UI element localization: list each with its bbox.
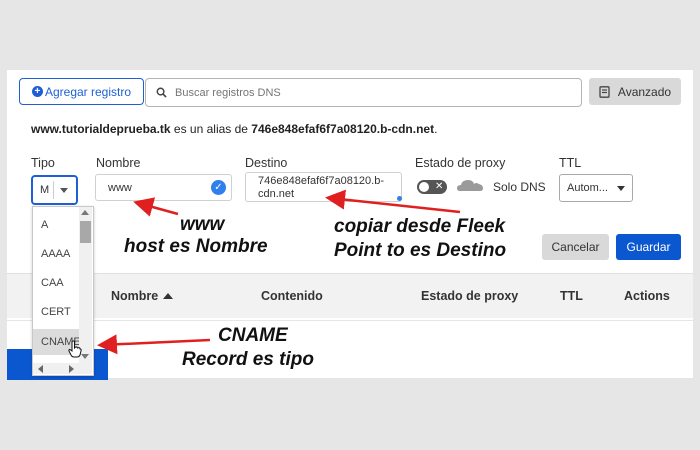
annotation-fleek-sub: Point to es Destino xyxy=(334,240,506,262)
destino-line2: cdn.net xyxy=(258,188,295,200)
proxy-label: Estado de proxy xyxy=(415,156,506,170)
annotation-cname: CNAME xyxy=(218,325,288,347)
alias-domain: www.tutorialdeprueba.tk xyxy=(31,122,171,136)
tipo-label: Tipo xyxy=(31,156,55,170)
hand-cursor-icon xyxy=(68,340,82,358)
annotation-cname-line2: Record es tipo xyxy=(182,349,314,370)
annotation-fleek-line1: copiar desde Fleek xyxy=(334,216,506,237)
ttl-select[interactable]: Autom... xyxy=(559,174,633,202)
cloud-icon xyxy=(457,180,483,191)
tipo-select[interactable]: M xyxy=(31,175,78,205)
destino-field[interactable]: 746e848efaf6f7a08120.b- cdn.net xyxy=(245,172,402,202)
advanced-button[interactable]: Avanzado xyxy=(589,78,681,105)
annotation-www-line1: www xyxy=(180,214,225,235)
table-header: Nombre Contenido Estado de proxy TTL Act… xyxy=(7,273,693,318)
select-divider xyxy=(53,181,54,199)
column-contenido[interactable]: Contenido xyxy=(261,289,323,303)
destino-line1: 746e848efaf6f7a08120.b- xyxy=(258,175,385,187)
annotation-cname-sub: Record es tipo xyxy=(182,349,314,371)
alias-end: . xyxy=(434,122,438,136)
column-ttl[interactable]: TTL xyxy=(560,289,583,303)
alias-text: www.tutorialdeprueba.tk es un alias de 7… xyxy=(31,122,437,136)
nombre-label: Nombre xyxy=(96,156,141,170)
tipo-dropdown[interactable]: A AAAA CAA CERT CNAME xyxy=(32,206,94,376)
close-icon: ✕ xyxy=(435,181,444,192)
add-record-label: Agregar registro xyxy=(44,84,132,99)
alias-target: 746e848efaf6f7a08120.b-cdn.net xyxy=(251,122,435,136)
chevron-down-icon xyxy=(617,186,625,191)
scroll-down-icon[interactable] xyxy=(81,354,89,359)
option-aaaa[interactable]: AAAA xyxy=(33,241,79,267)
nombre-field[interactable]: www ✓ xyxy=(95,174,232,201)
advanced-label: Avanzado xyxy=(617,84,672,99)
scroll-right-icon[interactable] xyxy=(69,365,74,373)
search-icon xyxy=(156,87,167,98)
column-nombre-label: Nombre xyxy=(111,289,159,303)
resize-handle[interactable] xyxy=(397,196,402,201)
scroll-thumb[interactable] xyxy=(80,221,91,243)
nombre-value: www xyxy=(108,181,132,194)
proxy-status: Solo DNS xyxy=(493,180,546,194)
annotation-www-line2: host es Nombre xyxy=(124,236,268,257)
save-button[interactable]: Guardar xyxy=(616,234,681,260)
annotation-fleek-line2: Point to es Destino xyxy=(334,240,507,261)
annotation-fleek: copiar desde Fleek xyxy=(334,216,505,238)
horizontal-scrollbar[interactable] xyxy=(33,363,92,374)
option-a[interactable]: A xyxy=(33,212,79,238)
annotation-www-sub: host es Nombre xyxy=(124,236,268,258)
ttl-value: Autom... xyxy=(567,182,608,194)
scroll-up-icon[interactable] xyxy=(81,210,89,215)
document-icon xyxy=(599,85,610,98)
add-record-button[interactable]: + Agregar registro xyxy=(19,78,144,105)
search-box[interactable] xyxy=(145,78,582,107)
sort-up-icon xyxy=(163,292,174,299)
plus-circle-icon: + xyxy=(31,86,43,97)
toggle-knob xyxy=(419,182,429,192)
option-cert[interactable]: CERT xyxy=(33,299,79,325)
column-proxy[interactable]: Estado de proxy xyxy=(421,289,518,303)
search-input[interactable] xyxy=(173,85,557,100)
tipo-value: M xyxy=(40,184,50,196)
column-nombre[interactable]: Nombre xyxy=(111,289,174,303)
annotation-cname-line1: CNAME xyxy=(218,325,288,346)
cancel-button[interactable]: Cancelar xyxy=(542,234,609,260)
chevron-down-icon xyxy=(60,188,68,193)
annotation-www: www xyxy=(180,214,224,236)
proxy-toggle[interactable]: ✕ xyxy=(417,180,447,194)
column-actions: Actions xyxy=(624,289,670,303)
destino-label: Destino xyxy=(245,156,288,170)
alias-middle: es un alias de xyxy=(170,122,252,136)
checkmark-icon: ✓ xyxy=(211,180,226,195)
ttl-label: TTL xyxy=(559,156,582,170)
option-caa[interactable]: CAA xyxy=(33,270,79,296)
divider xyxy=(7,320,693,321)
scroll-left-icon[interactable] xyxy=(38,365,43,373)
